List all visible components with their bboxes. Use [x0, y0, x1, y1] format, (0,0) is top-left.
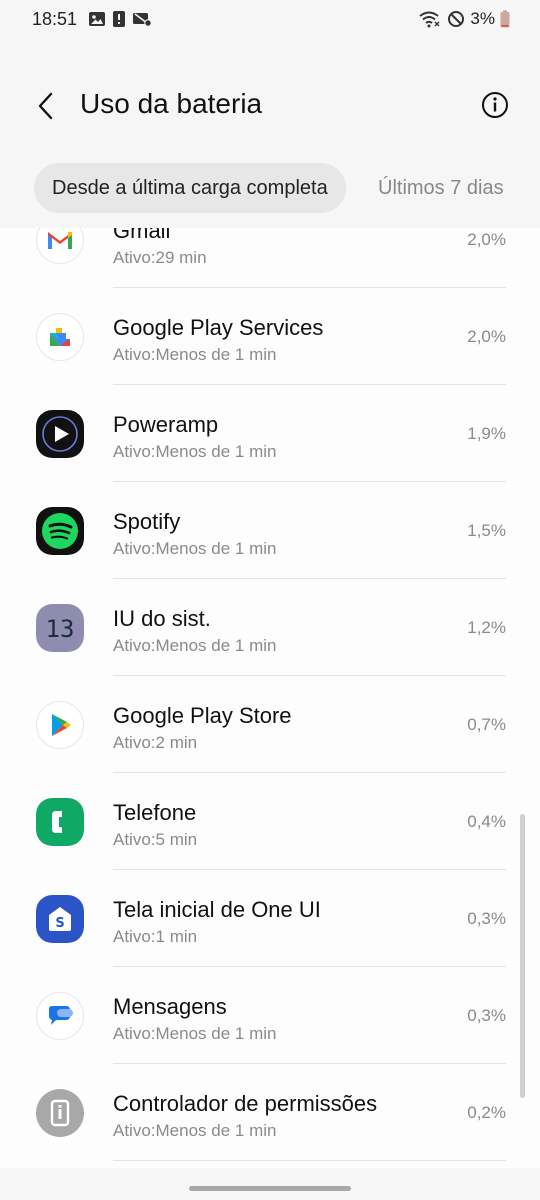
list-item-phone[interactable]: Telefone Ativo:5 min 0,4%	[0, 773, 540, 870]
divider	[113, 1160, 506, 1161]
app-battery-percent: 0,3%	[467, 909, 506, 928]
app-battery-percent: 2,0%	[467, 327, 506, 346]
app-battery-percent: 2,0%	[467, 230, 506, 249]
app-active-time: Ativo:Menos de 1 min	[113, 636, 277, 655]
app-battery-percent: 1,5%	[467, 521, 506, 540]
app-name: Spotify	[113, 509, 181, 534]
back-button[interactable]	[28, 86, 64, 126]
status-notification-icons	[88, 10, 152, 28]
svg-text:S: S	[55, 916, 64, 931]
app-name: Mensagens	[113, 994, 227, 1019]
app-active-time: Ativo:Menos de 1 min	[113, 1024, 277, 1043]
app-battery-percent: 1,9%	[467, 424, 506, 443]
status-bar: 18:51 3%	[0, 0, 540, 40]
app-active-time: Ativo:Menos de 1 min	[113, 539, 277, 558]
spotify-icon	[36, 507, 84, 555]
play-store-icon	[36, 701, 84, 749]
app-battery-percent: 0,7%	[467, 715, 506, 734]
status-system-icons: 3%	[418, 9, 510, 29]
list-item-google-play-store[interactable]: Google Play Store Ativo:2 min 0,7%	[0, 676, 540, 773]
app-active-time: Ativo:Menos de 1 min	[113, 345, 277, 364]
wifi-icon	[419, 11, 440, 28]
gallery-icon	[89, 12, 105, 26]
app-active-time: Ativo:5 min	[113, 830, 198, 849]
list-item-permission-controller[interactable]: Controlador de permissões Ativo:Menos de…	[0, 1064, 540, 1161]
tab-last-7-days[interactable]: Últimos 7 dias	[378, 163, 504, 213]
list-item-poweramp[interactable]: Poweramp Ativo:Menos de 1 min 1,9%	[0, 385, 540, 482]
app-active-time: Ativo:1 min	[113, 927, 198, 946]
battery-percent: 3%	[470, 9, 495, 28]
app-battery-percent: 0,4%	[467, 812, 506, 831]
app-active-time: Ativo:2 min	[113, 733, 198, 752]
list-item-google-play-services[interactable]: Google Play Services Ativo:Menos de 1 mi…	[0, 288, 540, 385]
status-time: 18:51	[32, 9, 78, 29]
info-button[interactable]	[480, 90, 510, 120]
period-tabs: Desde a última carga completa Últimos 7 …	[0, 163, 540, 215]
app-name: Telefone	[113, 800, 197, 825]
list-item-gmail[interactable]: Gmail Ativo:29 min 2,0%	[0, 228, 540, 288]
list-item-messages[interactable]: Mensagens Ativo:Menos de 1 min 0,3%	[0, 967, 540, 1064]
app-bar: Uso da bateria	[0, 80, 540, 132]
app-name: Google Play Store	[113, 703, 292, 728]
app-name: IU do sist.	[113, 606, 211, 631]
phone-icon	[36, 798, 84, 846]
app-name: Google Play Services	[113, 315, 324, 340]
google-play-services-icon	[36, 313, 84, 361]
app-battery-percent: 0,3%	[467, 1006, 506, 1025]
scrollbar[interactable]	[520, 814, 525, 1098]
one-ui-home-icon: S	[36, 895, 84, 943]
gmail-icon	[36, 228, 84, 264]
no-sync-icon	[133, 13, 152, 27]
app-name: Poweramp	[113, 412, 219, 437]
tab-since-last-charge[interactable]: Desde a última carga completa	[34, 163, 346, 213]
app-active-time: Ativo:Menos de 1 min	[113, 442, 277, 461]
app-battery-percent: 1,2%	[467, 618, 506, 637]
poweramp-icon	[36, 410, 84, 458]
list-item-spotify[interactable]: Spotify Ativo:Menos de 1 min 1,5%	[0, 482, 540, 579]
system-ui-icon: 13	[36, 604, 84, 652]
app-battery-percent: 0,2%	[467, 1103, 506, 1122]
list-item-one-ui-home[interactable]: S Tela inicial de One UI Ativo:1 min 0,3…	[0, 870, 540, 967]
system-ui-icon-text: 13	[46, 615, 75, 643]
battery-icon	[500, 10, 510, 28]
chevron-left-icon	[38, 92, 53, 120]
messages-icon	[36, 992, 84, 1040]
info-icon	[482, 92, 508, 118]
list-item-system-ui[interactable]: 13 IU do sist. Ativo:Menos de 1 min 1,2%	[0, 579, 540, 676]
app-active-time: Ativo:29 min	[113, 248, 207, 267]
app-name: Tela inicial de One UI	[113, 897, 321, 922]
app-usage-list: Gmail Ativo:29 min 2,0% Google Play Serv…	[0, 228, 540, 1168]
home-indicator[interactable]	[189, 1186, 351, 1191]
app-name: Gmail	[113, 228, 171, 243]
alert-icon	[113, 11, 125, 27]
do-not-disturb-icon	[448, 11, 465, 27]
page-title: Uso da bateria	[80, 88, 263, 119]
app-name: Controlador de permissões	[113, 1091, 378, 1116]
permission-controller-icon	[36, 1089, 84, 1137]
app-active-time: Ativo:Menos de 1 min	[113, 1121, 277, 1140]
